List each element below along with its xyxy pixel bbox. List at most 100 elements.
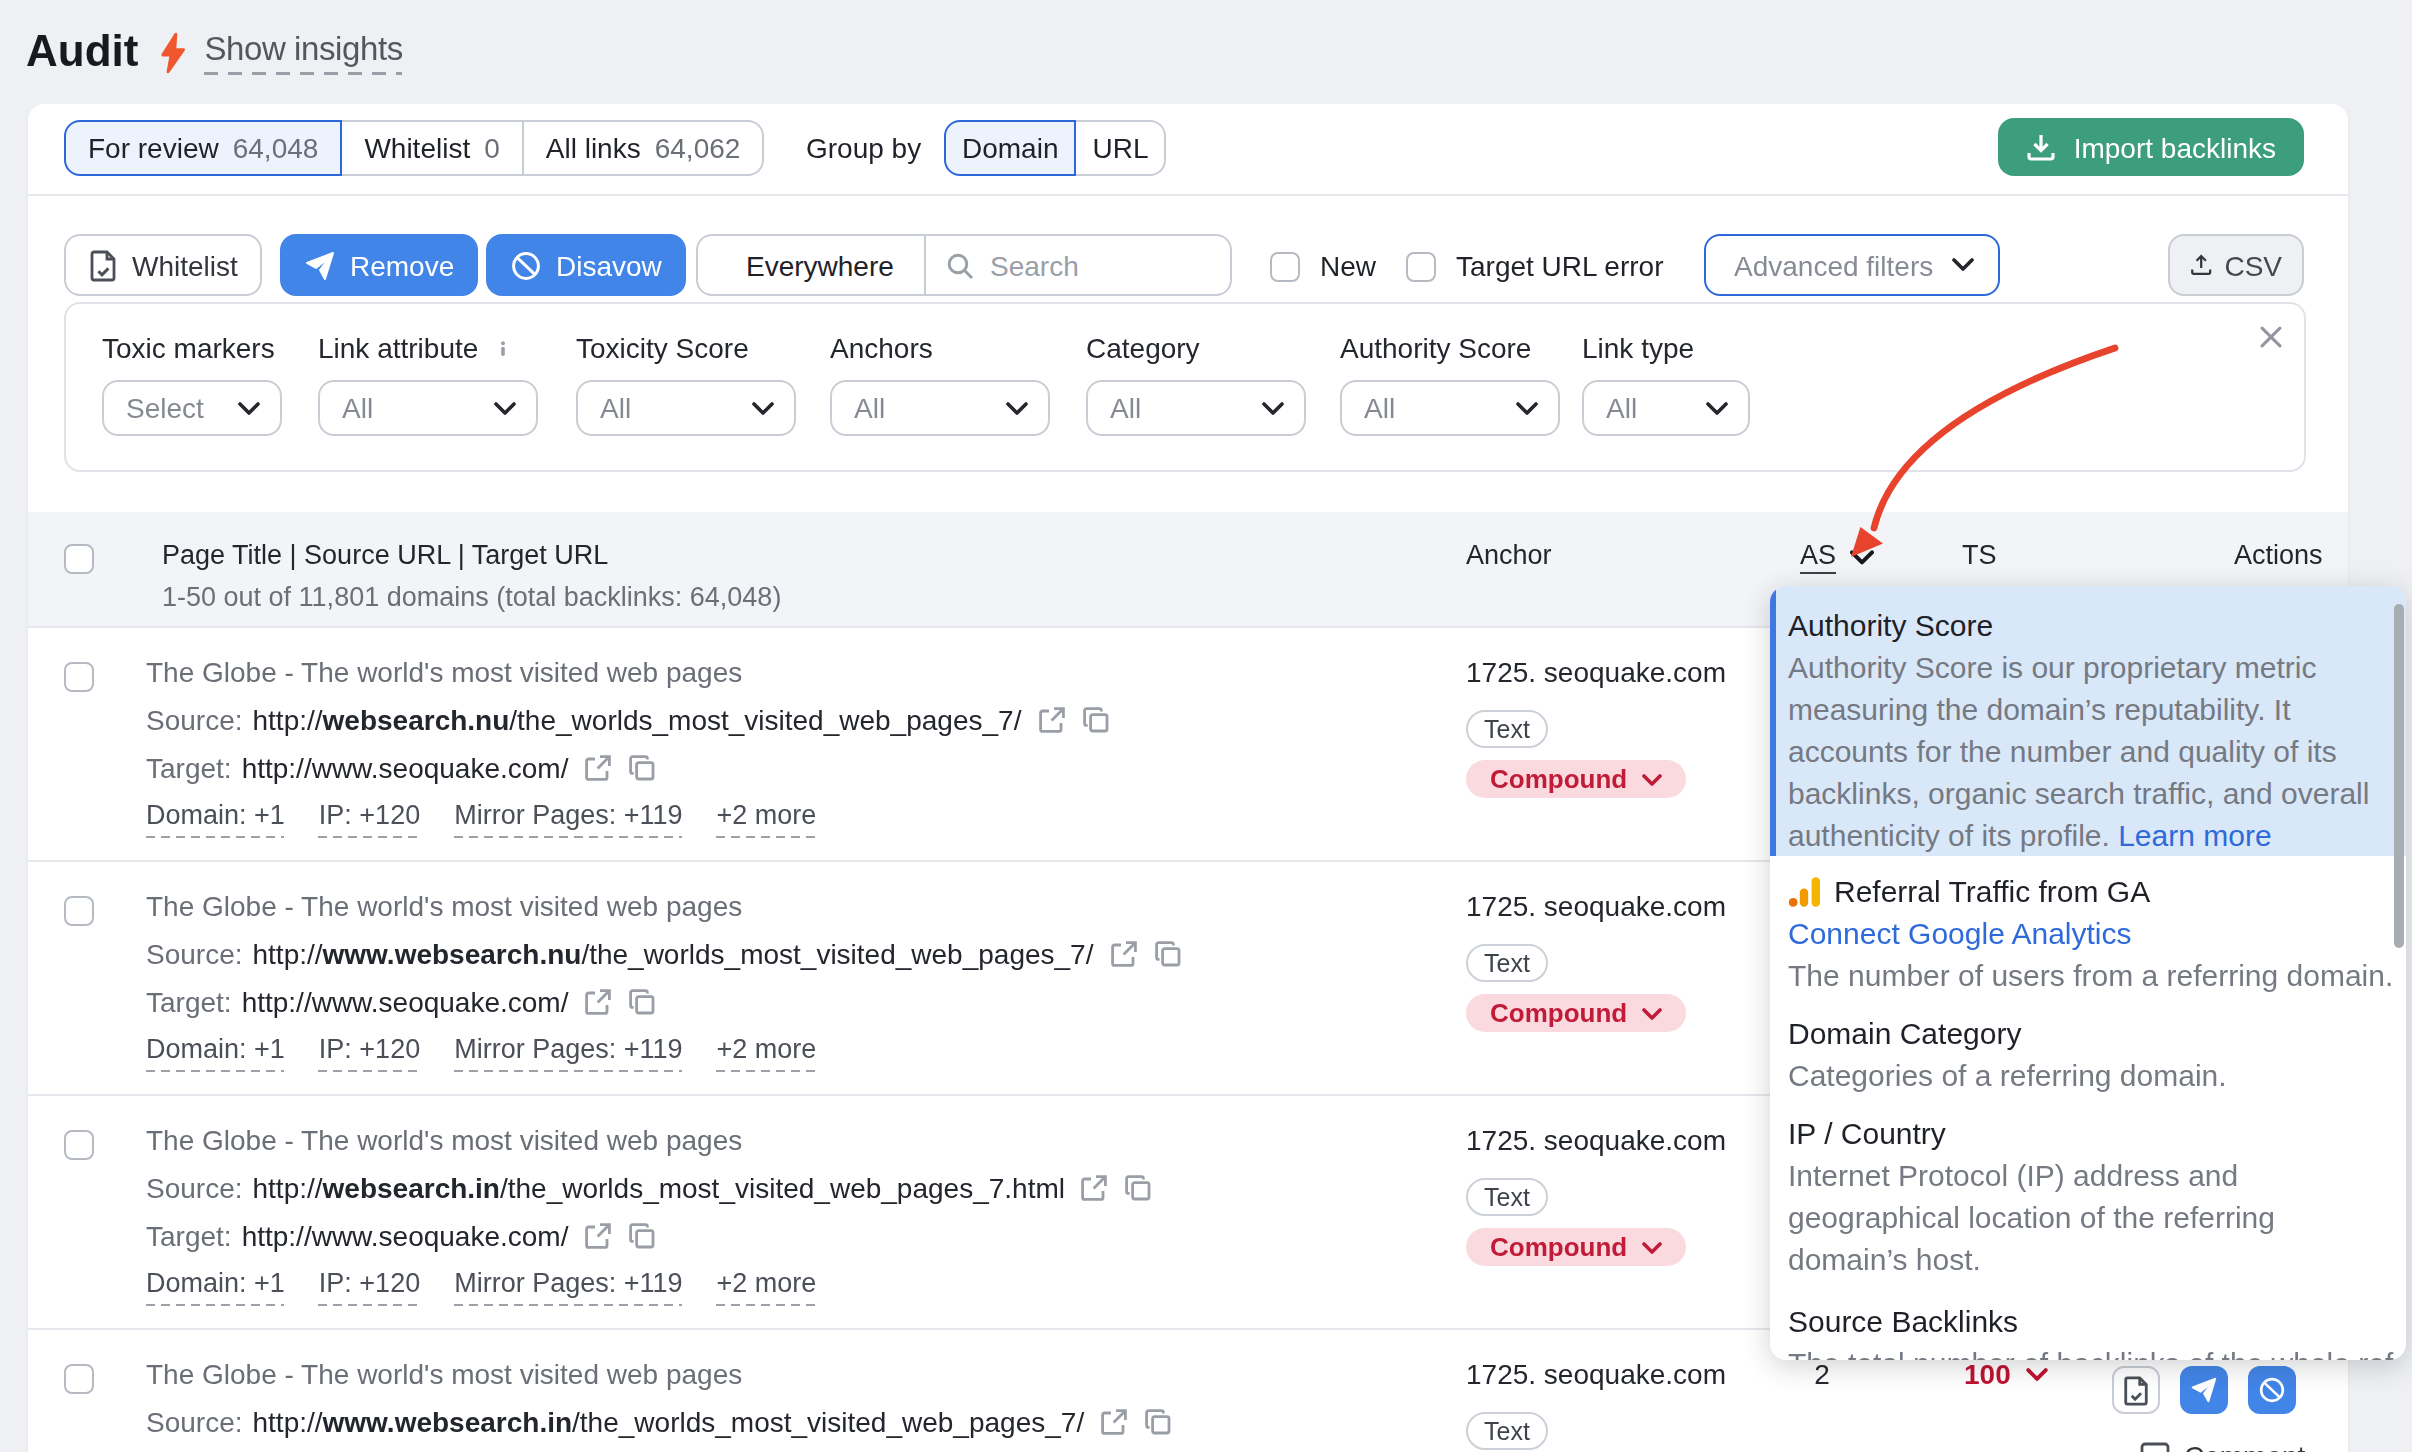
column-as[interactable]: AS bbox=[1800, 540, 1874, 574]
row-actions bbox=[2112, 1366, 2296, 1414]
menu-item-title: Domain Category bbox=[1788, 1012, 2390, 1054]
toxic-markers-select[interactable]: Select bbox=[102, 380, 282, 436]
review-tabs: For review 64,048 Whitelist 0 All links … bbox=[64, 120, 764, 176]
marker-more[interactable]: +2 more bbox=[717, 1268, 817, 1306]
anchors-select[interactable]: All bbox=[830, 380, 1050, 436]
anchor-text: 1725. seoquake.com bbox=[1466, 652, 1726, 692]
toxicity-score-select[interactable]: All bbox=[576, 380, 796, 436]
remove-button[interactable]: Remove bbox=[280, 234, 478, 296]
table-count-summary: 1-50 out of 11,801 domains (total backli… bbox=[162, 582, 781, 612]
menu-item-ip-country[interactable]: IP / Country Internet Protocol (IP) addr… bbox=[1770, 1112, 2406, 1280]
external-link-icon[interactable] bbox=[1081, 1174, 1109, 1202]
menu-item-desc: The number of users from a referring dom… bbox=[1788, 954, 2390, 996]
row-disavow-button[interactable] bbox=[2248, 1366, 2296, 1414]
search-input[interactable] bbox=[990, 249, 1190, 281]
comment-button[interactable]: Comment bbox=[2140, 1440, 2305, 1452]
menu-item-referral-traffic[interactable]: Referral Traffic from GA Connect Google … bbox=[1770, 870, 2406, 996]
target-label: Target: bbox=[146, 748, 232, 788]
menu-item-desc: The total number of backlinks of the who… bbox=[1788, 1342, 2390, 1360]
scope-search-group: Everywhere bbox=[696, 234, 1232, 296]
learn-more-link[interactable]: Learn more bbox=[2118, 818, 2271, 852]
external-link-icon[interactable] bbox=[584, 988, 612, 1016]
marker-ip[interactable]: IP: +120 bbox=[319, 1268, 420, 1306]
link-type-badge: Text bbox=[1466, 710, 1548, 748]
copy-icon[interactable] bbox=[1153, 940, 1181, 968]
copy-icon[interactable] bbox=[628, 754, 656, 782]
toxic-badge[interactable]: Compound bbox=[1466, 994, 1685, 1032]
external-link-icon[interactable] bbox=[1100, 1408, 1128, 1436]
tab-for-review[interactable]: For review 64,048 bbox=[64, 120, 342, 176]
import-backlinks-button[interactable]: Import backlinks bbox=[1998, 118, 2304, 176]
group-by-domain[interactable]: Domain bbox=[944, 120, 1077, 176]
target-url-error-checkbox[interactable] bbox=[1406, 251, 1436, 281]
url-path: /the_worlds_most_visited_web_pages_7/ bbox=[572, 1406, 1084, 1438]
marker-mirror-pages[interactable]: Mirror Pages: +119 bbox=[454, 800, 682, 838]
scope-select[interactable]: Everywhere bbox=[698, 236, 926, 294]
new-checkbox[interactable] bbox=[1270, 251, 1300, 281]
show-insights-link[interactable]: Show insights bbox=[204, 29, 402, 75]
advanced-filters-label: Advanced filters bbox=[1734, 249, 1933, 281]
marker-mirror-pages[interactable]: Mirror Pages: +119 bbox=[454, 1268, 682, 1306]
select-all-checkbox[interactable] bbox=[64, 544, 94, 574]
row-checkbox[interactable] bbox=[64, 662, 94, 692]
toxic-badge-label: Compound bbox=[1490, 1232, 1627, 1262]
google-analytics-icon bbox=[1788, 875, 1820, 907]
chevron-down-icon bbox=[1516, 401, 1538, 415]
menu-item-source-backlinks[interactable]: Source Backlinks The total number of bac… bbox=[1770, 1300, 2406, 1360]
ts-value[interactable]: 100 bbox=[1964, 1354, 2049, 1394]
row-checkbox[interactable] bbox=[64, 1130, 94, 1160]
external-link-icon[interactable] bbox=[1109, 940, 1137, 968]
marker-mirror-pages[interactable]: Mirror Pages: +119 bbox=[454, 1034, 682, 1072]
filter-toxic-markers: Toxic markers Select bbox=[102, 332, 282, 436]
link-type-select[interactable]: All bbox=[1582, 380, 1750, 436]
external-link-icon[interactable] bbox=[584, 1222, 612, 1250]
source-url: http://www.websearch.in/the_worlds_most_… bbox=[253, 1402, 1085, 1442]
tab-whitelist[interactable]: Whitelist 0 bbox=[342, 120, 523, 176]
marker-more[interactable]: +2 more bbox=[717, 1034, 817, 1072]
copy-icon[interactable] bbox=[628, 988, 656, 1016]
row-whitelist-button[interactable] bbox=[2112, 1366, 2160, 1414]
export-csv-button[interactable]: CSV bbox=[2168, 234, 2304, 296]
copy-icon[interactable] bbox=[1125, 1174, 1153, 1202]
external-link-icon[interactable] bbox=[1037, 706, 1065, 734]
marker-ip[interactable]: IP: +120 bbox=[319, 800, 420, 838]
tab-all-links[interactable]: All links 64,062 bbox=[524, 120, 765, 176]
copy-icon[interactable] bbox=[628, 1222, 656, 1250]
url-path: /the_worlds_most_visited_web_pages_7/ bbox=[509, 704, 1021, 736]
row-remove-button[interactable] bbox=[2180, 1366, 2228, 1414]
row-checkbox[interactable] bbox=[64, 1364, 94, 1394]
info-icon bbox=[490, 335, 516, 361]
toxic-badge[interactable]: Compound bbox=[1466, 760, 1685, 798]
menu-item-title: Authority Score bbox=[1788, 604, 2390, 646]
menu-item-domain-category[interactable]: Domain Category Categories of a referrin… bbox=[1770, 1012, 2406, 1096]
source-label: Source: bbox=[146, 1168, 243, 1208]
copy-icon[interactable] bbox=[1144, 1408, 1172, 1436]
authority-score-select[interactable]: All bbox=[1340, 380, 1560, 436]
row-checkbox[interactable] bbox=[64, 896, 94, 926]
close-icon[interactable] bbox=[2260, 326, 2282, 348]
link-attribute-select[interactable]: All bbox=[318, 380, 538, 436]
marker-domain[interactable]: Domain: +1 bbox=[146, 1268, 285, 1306]
marker-more[interactable]: +2 more bbox=[717, 800, 817, 838]
copy-icon[interactable] bbox=[1081, 706, 1109, 734]
bolt-icon bbox=[158, 31, 188, 73]
disavow-button[interactable]: Disavow bbox=[486, 234, 686, 296]
toxic-badge[interactable]: Compound bbox=[1466, 1228, 1685, 1266]
send-icon bbox=[304, 249, 336, 281]
category-select[interactable]: All bbox=[1086, 380, 1306, 436]
tab-label: Whitelist bbox=[364, 132, 470, 164]
marker-ip[interactable]: IP: +120 bbox=[319, 1034, 420, 1072]
marker-domain[interactable]: Domain: +1 bbox=[146, 800, 285, 838]
column-page-title: Page Title | Source URL | Target URL bbox=[162, 540, 608, 570]
whitelist-button[interactable]: Whitelist bbox=[64, 234, 262, 296]
menu-item-authority-score[interactable]: Authority Score Authority Score is our p… bbox=[1770, 586, 2406, 856]
external-link-icon[interactable] bbox=[584, 754, 612, 782]
target-url-line: Target: http://www.seoquake.com/ bbox=[146, 1216, 1153, 1256]
group-by-url[interactable]: URL bbox=[1077, 120, 1167, 176]
connect-ga-link[interactable]: Connect Google Analytics bbox=[1788, 912, 2390, 954]
marker-domain[interactable]: Domain: +1 bbox=[146, 1034, 285, 1072]
advanced-filters-select[interactable]: Advanced filters bbox=[1704, 234, 2000, 296]
menu-scrollbar[interactable] bbox=[2394, 604, 2404, 948]
filter-label: Category bbox=[1086, 332, 1200, 364]
filter-label: Anchors bbox=[830, 332, 933, 364]
